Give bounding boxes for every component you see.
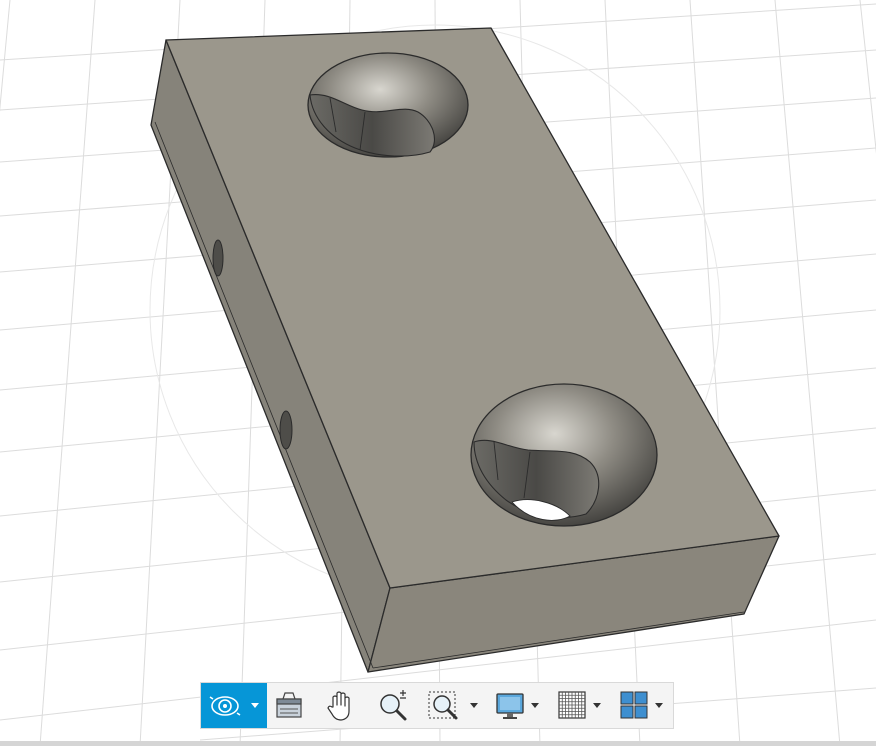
pan-button[interactable] (321, 683, 361, 728)
navigation-toolbar (200, 682, 674, 729)
model-viewport[interactable] (0, 0, 876, 746)
bottom-panel-edge (0, 741, 876, 746)
counterbore-hole-top[interactable] (307, 52, 469, 158)
look-at-icon (276, 692, 302, 718)
grid-icon (558, 691, 586, 719)
viewports-icon (620, 691, 648, 719)
zoom-button[interactable] (373, 683, 413, 728)
counterbore-hole-bottom[interactable] (470, 383, 658, 527)
display-settings-button[interactable] (493, 683, 549, 728)
zoom-window-button[interactable] (425, 683, 483, 728)
chevron-down-icon[interactable] (470, 703, 478, 708)
chevron-down-icon[interactable] (531, 703, 539, 708)
look-at-button[interactable] (269, 683, 309, 728)
side-hole-upper[interactable] (212, 239, 224, 277)
pan-hand-icon (327, 691, 350, 721)
part-body[interactable] (150, 27, 780, 673)
grid-snaps-button[interactable] (555, 683, 611, 728)
chevron-down-icon[interactable] (251, 703, 259, 708)
chevron-down-icon[interactable] (655, 703, 663, 708)
viewports-button[interactable] (617, 683, 673, 728)
orbit-button[interactable] (201, 683, 267, 728)
zoom-window-icon (428, 691, 458, 720)
zoom-icon (380, 690, 407, 721)
monitor-icon (496, 693, 524, 719)
side-hole-lower[interactable] (279, 410, 293, 450)
orbit-icon (209, 696, 241, 716)
chevron-down-icon[interactable] (593, 703, 601, 708)
